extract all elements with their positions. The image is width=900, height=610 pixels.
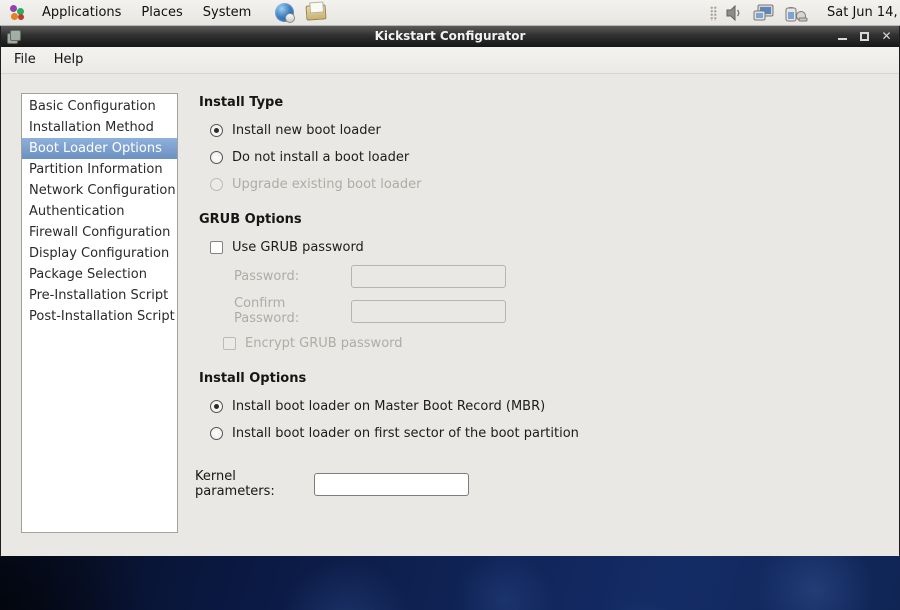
web-browser-icon[interactable] bbox=[275, 3, 294, 22]
sidebar-item-network-configuration[interactable]: Network Configuration bbox=[22, 180, 177, 201]
sidebar-item-display-configuration[interactable]: Display Configuration bbox=[22, 243, 177, 264]
radio-button-icon[interactable] bbox=[210, 151, 223, 164]
radio-label: Do not install a boot loader bbox=[232, 150, 409, 165]
confirm-password-label: Confirm Password: bbox=[234, 296, 351, 326]
kernel-parameters-row: Kernel parameters: bbox=[195, 469, 759, 499]
sidebar-item-installation-method[interactable]: Installation Method bbox=[22, 117, 177, 138]
kickstart-configurator-window: Kickstart Configurator ✕ File Help Basic… bbox=[0, 26, 900, 556]
checkbox-encrypt-grub-password: Encrypt GRUB password bbox=[223, 334, 759, 352]
panel-tray: Sat Jun 14, 3 bbox=[710, 0, 900, 26]
radio-button-icon[interactable] bbox=[210, 427, 223, 440]
radio-label: Install new boot loader bbox=[232, 123, 381, 138]
panel-grip-handle[interactable] bbox=[710, 6, 717, 21]
distro-logo-icon[interactable] bbox=[8, 4, 26, 22]
sidebar-item-boot-loader-options[interactable]: Boot Loader Options bbox=[22, 138, 177, 159]
menu-help[interactable]: Help bbox=[45, 47, 93, 73]
grub-confirm-password-row: Confirm Password: bbox=[234, 296, 759, 326]
radio-upgrade-existing-boot-loader: Upgrade existing boot loader bbox=[210, 175, 759, 193]
minimize-button[interactable] bbox=[836, 30, 849, 43]
radio-install-on-mbr[interactable]: Install boot loader on Master Boot Recor… bbox=[210, 397, 759, 415]
category-list: Basic Configuration Installation Method … bbox=[21, 93, 178, 533]
window-content: Basic Configuration Installation Method … bbox=[1, 74, 899, 556]
close-button[interactable]: ✕ bbox=[880, 30, 893, 43]
panel-launchers bbox=[275, 3, 326, 22]
menu-applications[interactable]: Applications bbox=[32, 0, 131, 26]
sidebar-item-authentication[interactable]: Authentication bbox=[22, 201, 177, 222]
checkbox-icon bbox=[223, 337, 236, 350]
radio-do-not-install-boot-loader[interactable]: Do not install a boot loader bbox=[210, 148, 759, 166]
menubar: File Help bbox=[1, 47, 899, 74]
menu-system[interactable]: System bbox=[193, 0, 261, 26]
radio-button-icon[interactable] bbox=[210, 400, 223, 413]
mail-client-icon[interactable] bbox=[306, 4, 327, 20]
volume-icon[interactable] bbox=[726, 5, 744, 21]
display-network-icon[interactable] bbox=[753, 4, 775, 22]
radio-label: Install boot loader on Master Boot Recor… bbox=[232, 399, 545, 414]
panel-clock[interactable]: Sat Jun 14, 3 bbox=[817, 0, 900, 26]
radio-label: Upgrade existing boot loader bbox=[232, 177, 421, 192]
menu-places[interactable]: Places bbox=[131, 0, 192, 26]
sidebar-item-pre-installation-script[interactable]: Pre-Installation Script bbox=[22, 285, 177, 306]
grub-password-row: Password: bbox=[234, 265, 759, 288]
boot-loader-options-panel: Install Type Install new boot loader Do … bbox=[199, 95, 759, 499]
desktop: Applications Places System bbox=[0, 0, 900, 610]
titlebar[interactable]: Kickstart Configurator ✕ bbox=[1, 26, 899, 47]
radio-button-icon bbox=[210, 178, 223, 191]
kernel-parameters-label: Kernel parameters: bbox=[195, 469, 314, 499]
panel-menus: Applications Places System bbox=[32, 0, 261, 25]
sidebar-item-firewall-configuration[interactable]: Firewall Configuration bbox=[22, 222, 177, 243]
radio-install-new-boot-loader[interactable]: Install new boot loader bbox=[210, 121, 759, 139]
install-type-heading: Install Type bbox=[199, 95, 759, 111]
checkbox-label: Encrypt GRUB password bbox=[245, 336, 403, 351]
menu-file[interactable]: File bbox=[5, 47, 45, 73]
kernel-parameters-input[interactable] bbox=[314, 473, 469, 496]
radio-button-icon[interactable] bbox=[210, 124, 223, 137]
window-title: Kickstart Configurator bbox=[1, 26, 899, 47]
sidebar-item-partition-information[interactable]: Partition Information bbox=[22, 159, 177, 180]
sidebar-item-package-selection[interactable]: Package Selection bbox=[22, 264, 177, 285]
maximize-button[interactable] bbox=[858, 30, 871, 43]
confirm-password-input bbox=[351, 300, 506, 323]
window-controls: ✕ bbox=[836, 26, 893, 47]
checkbox-icon[interactable] bbox=[210, 241, 223, 254]
grub-options-heading: GRUB Options bbox=[199, 212, 759, 228]
battery-power-icon[interactable] bbox=[784, 4, 808, 22]
top-panel: Applications Places System bbox=[0, 0, 900, 26]
radio-label: Install boot loader on first sector of t… bbox=[232, 426, 579, 441]
sidebar-item-basic-configuration[interactable]: Basic Configuration bbox=[22, 96, 177, 117]
sidebar-item-post-installation-script[interactable]: Post-Installation Script bbox=[22, 306, 177, 327]
password-input bbox=[351, 265, 506, 288]
install-options-heading: Install Options bbox=[199, 371, 759, 387]
radio-install-on-first-sector[interactable]: Install boot loader on first sector of t… bbox=[210, 424, 759, 442]
checkbox-label: Use GRUB password bbox=[232, 240, 364, 255]
checkbox-use-grub-password[interactable]: Use GRUB password bbox=[210, 238, 759, 256]
password-label: Password: bbox=[234, 269, 351, 284]
